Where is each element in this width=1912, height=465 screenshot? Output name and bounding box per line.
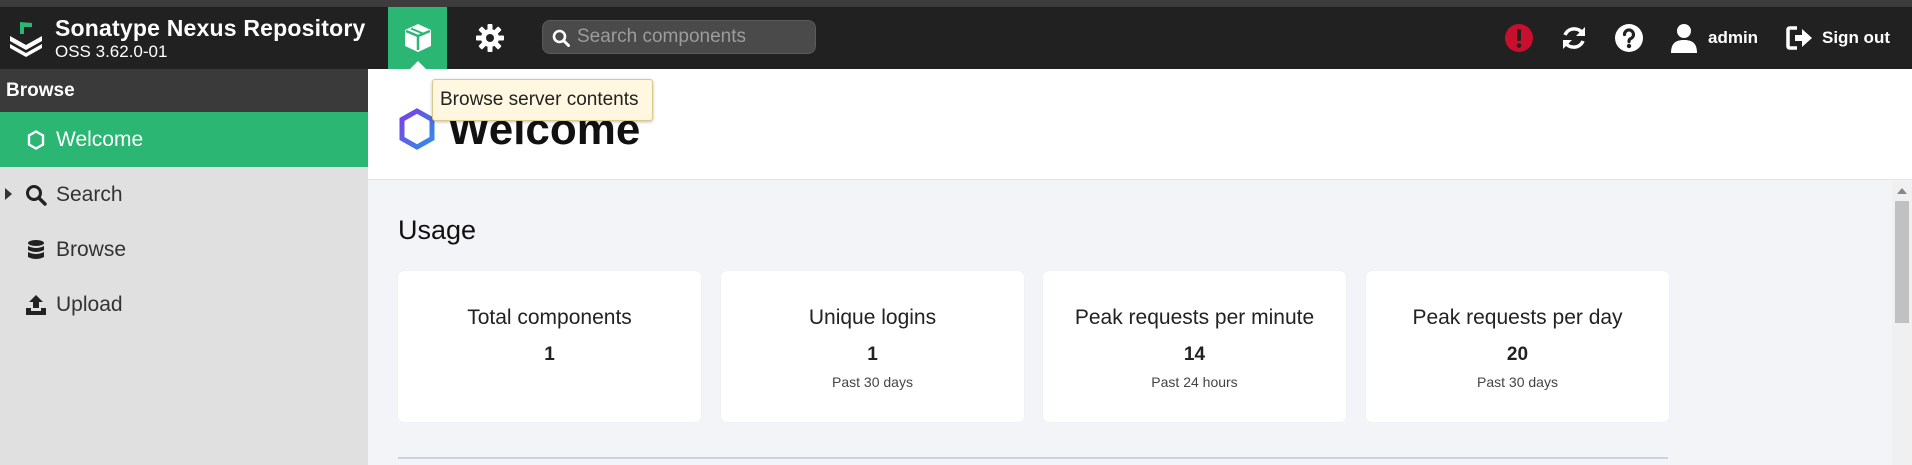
scrollbar-thumb[interactable]: [1895, 201, 1909, 323]
active-mode-caret: [410, 61, 426, 69]
main-panel: Welcome Usage Total components 1 Unique …: [368, 69, 1912, 465]
app-title: Sonatype Nexus Repository: [55, 15, 366, 41]
card-title: Unique logins: [808, 306, 937, 329]
search-icon: [552, 29, 570, 47]
system-status-button[interactable]: [1504, 23, 1534, 53]
usage-card-peak-per-minute: Peak requests per minute 14 Past 24 hour…: [1043, 271, 1346, 422]
alert-icon: [1505, 24, 1533, 52]
app-version: OSS 3.62.0-01: [55, 42, 168, 61]
card-title: Peak requests per minute: [1074, 306, 1315, 329]
search-icon: [24, 183, 48, 207]
search-input[interactable]: [577, 21, 809, 53]
signout-label: Sign out: [1822, 28, 1890, 47]
user-name: admin: [1708, 28, 1759, 47]
sidebar-item-welcome[interactable]: Welcome: [0, 112, 368, 167]
nexus-logo-icon: [10, 22, 42, 57]
card-title: Peak requests per day: [1412, 306, 1623, 329]
cube-icon: [404, 24, 431, 52]
usage-heading: Usage: [398, 215, 477, 245]
refresh-icon: [1563, 27, 1585, 49]
card-subtitle: Past 30 days: [832, 374, 913, 390]
sidebar-heading: Browse: [0, 69, 368, 112]
browse-mode-button[interactable]: [388, 7, 447, 69]
usage-section: Usage Total components 1 Unique logins 1…: [368, 181, 1892, 465]
usage-card-total-components: Total components 1: [398, 271, 701, 422]
usage-card-unique-logins: Unique logins 1 Past 30 days: [721, 271, 1024, 422]
vertical-scrollbar[interactable]: [1892, 181, 1912, 465]
card-value: 1: [867, 344, 878, 365]
help-icon: [1615, 24, 1643, 52]
hexagon-icon: [24, 128, 48, 152]
section-divider: [398, 457, 1668, 459]
user-icon: [1671, 24, 1697, 53]
gear-icon: [475, 24, 504, 52]
card-value: 1: [544, 344, 555, 365]
signout-icon: [1786, 26, 1812, 50]
card-title: Total components: [467, 306, 632, 329]
database-icon: [24, 238, 48, 262]
signout-button[interactable]: Sign out: [1786, 20, 1890, 56]
help-button[interactable]: [1614, 23, 1644, 53]
sidebar-item-label: Browse: [56, 237, 127, 261]
usage-card-peak-per-day: Peak requests per day 20 Past 30 days: [1366, 271, 1669, 422]
sidebar-item-label: Search: [56, 182, 123, 206]
sidebar-item-search[interactable]: Search: [0, 167, 368, 222]
card-value: 14: [1183, 344, 1206, 365]
sidebar-item-label: Welcome: [56, 127, 144, 151]
admin-mode-button[interactable]: [460, 7, 519, 69]
user-menu[interactable]: admin: [1670, 20, 1758, 56]
sidebar: Browse Welcome Search Browse Upload: [0, 69, 368, 465]
sidebar-item-upload[interactable]: Upload: [0, 277, 368, 332]
refresh-button[interactable]: [1559, 23, 1589, 53]
sidebar-item-browse[interactable]: Browse: [0, 222, 368, 277]
hexagon-icon: [399, 108, 435, 150]
scroll-up-arrow-icon[interactable]: [1897, 188, 1907, 194]
window-top-strip: [0, 0, 1912, 7]
search-box[interactable]: [542, 20, 816, 54]
upload-icon: [24, 293, 48, 317]
card-value: 20: [1506, 344, 1529, 365]
brand[interactable]: Sonatype Nexus Repository OSS 3.62.0-01: [55, 15, 365, 62]
card-subtitle: Past 24 hours: [1151, 374, 1238, 390]
top-header: Sonatype Nexus Repository OSS 3.62.0-01: [0, 7, 1912, 69]
sidebar-item-label: Upload: [56, 292, 123, 316]
expand-arrow-icon[interactable]: [5, 188, 12, 200]
tooltip: Browse server contents: [432, 79, 653, 121]
card-subtitle: Past 30 days: [1477, 374, 1558, 390]
